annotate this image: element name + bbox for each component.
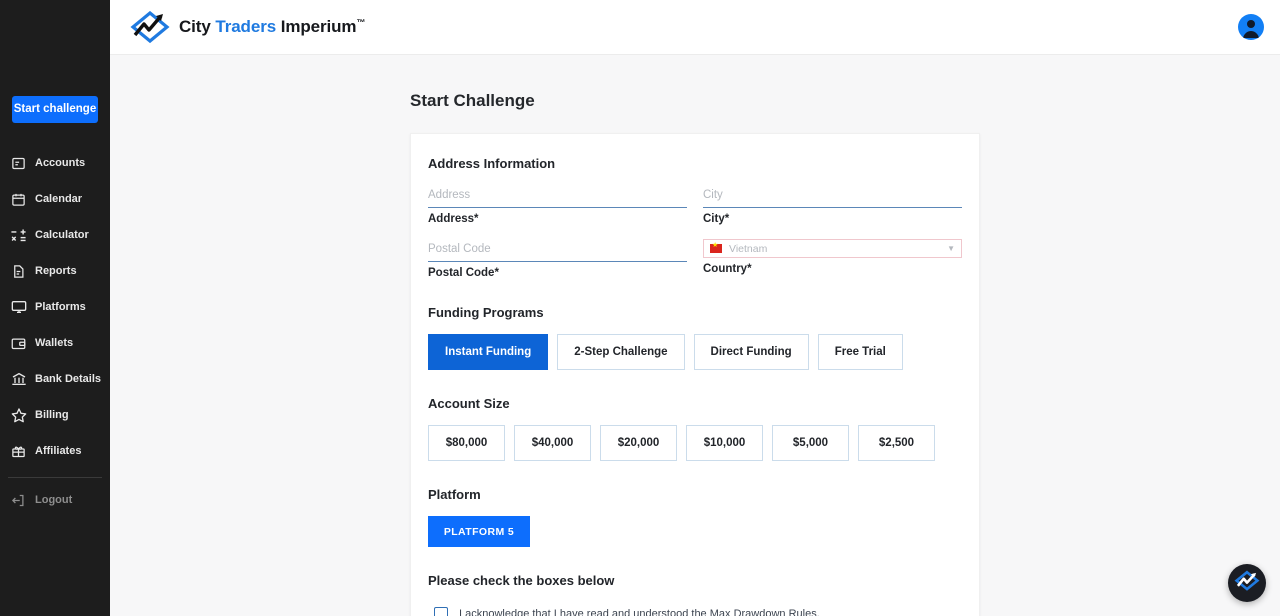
postal-code-label: Postal Code*	[428, 267, 499, 279]
funding-programs-group: Instant Funding 2-Step Challenge Direct …	[428, 334, 962, 370]
vietnam-flag-icon	[710, 241, 722, 253]
funding-option-free-trial[interactable]: Free Trial	[817, 334, 903, 370]
sidebar-item-label: Platforms	[35, 301, 86, 313]
sidebar: Start challenge Accounts Calendar Calcul…	[0, 0, 110, 616]
brand-traders: Traders	[215, 17, 281, 36]
sidebar-divider	[8, 477, 102, 478]
challenge-form-card: Address Information Address* City* Posta…	[410, 133, 980, 616]
sidebar-item-label: Logout	[35, 494, 73, 506]
star-icon	[10, 407, 27, 424]
address-input[interactable]	[428, 186, 687, 208]
funding-option-2-step-challenge[interactable]: 2-Step Challenge	[557, 334, 685, 370]
city-field-group: City*	[703, 185, 962, 225]
platform-heading: Platform	[428, 487, 481, 502]
calculator-icon	[10, 227, 27, 244]
reports-icon	[10, 263, 27, 280]
bank-icon	[10, 371, 27, 388]
gift-icon	[10, 443, 27, 460]
funding-option-instant-funding[interactable]: Instant Funding	[428, 334, 549, 370]
sidebar-item-calendar[interactable]: Calendar	[0, 181, 110, 217]
country-field-group: Vietnam ▼ Country*	[703, 239, 962, 279]
city-input[interactable]	[703, 186, 962, 208]
account-size-heading: Account Size	[428, 396, 510, 411]
sidebar-item-label: Reports	[35, 265, 77, 277]
account-size-group: $80,000 $40,000 $20,000 $10,000 $5,000 $…	[428, 425, 962, 461]
platform-group: PLATFORM 5	[428, 516, 962, 547]
logout-icon	[10, 492, 27, 509]
sidebar-item-label: Billing	[35, 409, 69, 421]
brand-city: City	[179, 17, 216, 36]
account-size-option-80000[interactable]: $80,000	[428, 425, 505, 461]
sidebar-item-label: Affiliates	[35, 445, 82, 457]
sidebar-item-label: Accounts	[35, 157, 86, 169]
sidebar-item-calculator[interactable]: Calculator	[0, 217, 110, 253]
account-size-option-40000[interactable]: $40,000	[514, 425, 591, 461]
city-label: City*	[703, 213, 730, 225]
postal-field-group: Postal Code*	[428, 239, 687, 279]
checkbox-max-drawdown-label: I acknowledge that I have read and under…	[459, 608, 820, 616]
postal-code-input[interactable]	[428, 240, 687, 262]
app-root: Start challenge Accounts Calendar Calcul…	[0, 0, 1280, 616]
checkboxes-heading: Please check the boxes below	[428, 573, 615, 588]
funding-programs-heading: Funding Programs	[428, 305, 544, 320]
sidebar-item-reports[interactable]: Reports	[0, 253, 110, 289]
page-content: Start Challenge Address Information Addr…	[110, 55, 1280, 616]
brand-title: City Traders Imperium™	[179, 17, 365, 37]
sidebar-item-platforms[interactable]: Platforms	[0, 289, 110, 325]
sidebar-item-affiliates[interactable]: Affiliates	[0, 433, 110, 469]
sidebar-item-accounts[interactable]: Accounts	[0, 145, 110, 181]
address-row-2: Postal Code* Vietnam ▼ Country*	[428, 239, 962, 279]
page-title: Start Challenge	[410, 91, 535, 110]
brand-imperium: Imperium	[280, 17, 357, 36]
brand-logo[interactable]: City Traders Imperium™	[130, 10, 365, 44]
sidebar-item-billing[interactable]: Billing	[0, 397, 110, 433]
start-challenge-button[interactable]: Start challenge	[12, 96, 98, 123]
platform-option-platform-5[interactable]: PLATFORM 5	[428, 516, 530, 547]
sidebar-item-label: Calendar	[35, 193, 83, 205]
main-area: City Traders Imperium™ Start Challenge A…	[110, 0, 1280, 616]
sidebar-item-label: Wallets	[35, 337, 74, 349]
chevron-down-icon: ▼	[947, 244, 955, 253]
sidebar-item-wallets[interactable]: Wallets	[0, 325, 110, 361]
brand-trademark: ™	[356, 17, 366, 28]
account-size-option-2500[interactable]: $2,500	[858, 425, 935, 461]
chat-widget-button[interactable]	[1228, 564, 1266, 602]
country-label: Country*	[703, 263, 752, 275]
funding-option-direct-funding[interactable]: Direct Funding	[693, 334, 809, 370]
account-size-option-20000[interactable]: $20,000	[600, 425, 677, 461]
sidebar-item-label: Bank Details	[35, 373, 102, 385]
account-size-option-5000[interactable]: $5,000	[772, 425, 849, 461]
country-select[interactable]: Vietnam ▼	[703, 239, 962, 258]
sidebar-item-label: Calculator	[35, 229, 89, 241]
address-label: Address*	[428, 213, 479, 225]
calendar-icon	[10, 191, 27, 208]
platforms-icon	[10, 299, 27, 316]
address-row-1: Address* City*	[428, 185, 962, 225]
wallets-icon	[10, 335, 27, 352]
country-selected-value: Vietnam	[729, 242, 768, 255]
account-size-option-10000[interactable]: $10,000	[686, 425, 763, 461]
sidebar-item-logout[interactable]: Logout	[0, 482, 110, 518]
address-field-group: Address*	[428, 185, 687, 225]
top-header: City Traders Imperium™	[110, 0, 1280, 55]
checkbox-row-max-drawdown: I acknowledge that I have read and under…	[434, 602, 962, 616]
checkbox-max-drawdown[interactable]	[434, 607, 448, 616]
cti-logo-icon	[130, 10, 170, 44]
address-section-heading: Address Information	[428, 156, 556, 171]
user-avatar-icon[interactable]	[1238, 14, 1264, 40]
accounts-icon	[10, 155, 27, 172]
sidebar-item-bank-details[interactable]: Bank Details	[0, 361, 110, 397]
cti-chat-logo-icon	[1234, 570, 1260, 597]
